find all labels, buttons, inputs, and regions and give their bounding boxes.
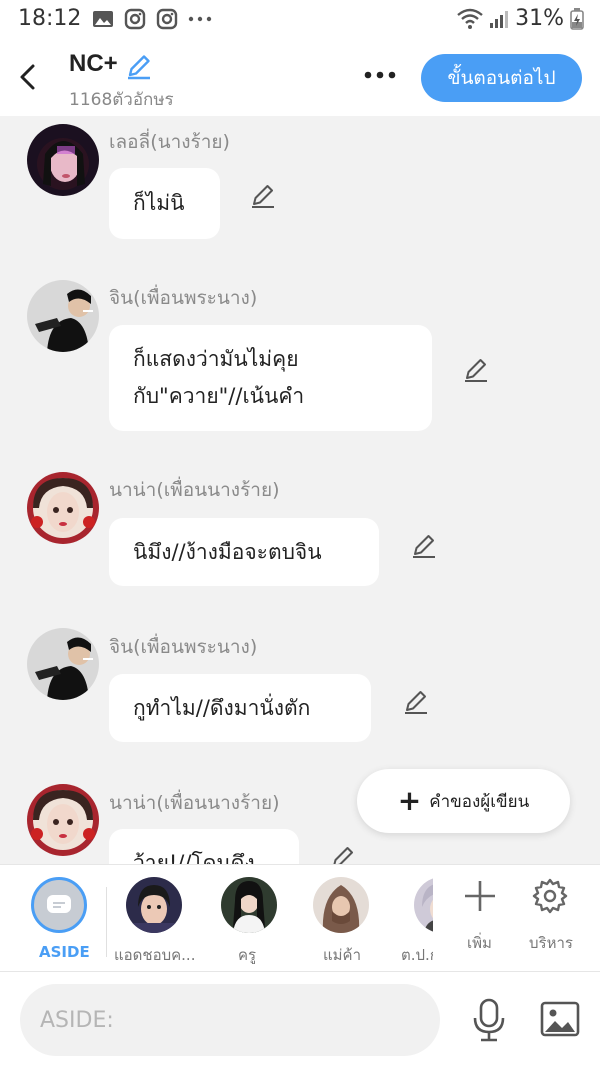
message-bubble[interactable]: ว้าย!//โดนดึง: [109, 829, 299, 864]
character-item[interactable]: ครู: [202, 865, 292, 972]
battery-percent: 31%: [515, 6, 564, 31]
message-line: กับ"ควาย"//เน้นคำ: [133, 384, 305, 408]
aside-label: ASIDE: [39, 943, 90, 961]
edit-message-pencil-icon[interactable]: [463, 356, 491, 384]
character-item[interactable]: แม่ค้า: [292, 865, 387, 972]
character-item[interactable]: แอดชอบค...: [107, 865, 202, 972]
edit-message-pencil-icon[interactable]: [330, 844, 358, 864]
plus-icon: +: [397, 784, 422, 817]
avatar[interactable]: [27, 280, 99, 352]
instagram-notification-icon-2: [156, 8, 178, 30]
message-text: นิมึง//ง้างมือจะตบจิน: [133, 539, 322, 564]
author-note-button[interactable]: + คำของผู้เขียน: [357, 769, 570, 833]
message-text: ก็แสดงว่ามันไม่คุย กับ"ควาย"//เน้นคำ: [133, 341, 304, 415]
avatar[interactable]: [27, 628, 99, 700]
signal-icon: [490, 10, 509, 28]
sender-name: จิน(เพื่อนพระนาง): [109, 287, 258, 309]
sender-name: นาน่า(เพื่อนนางร้าย): [109, 479, 280, 501]
next-step-button[interactable]: ขั้นตอนต่อไป: [421, 54, 582, 102]
character-name: แม่ค้า: [323, 946, 362, 964]
image-attach-icon[interactable]: [540, 1001, 580, 1037]
status-bar: 18:12 31%: [0, 0, 600, 40]
character-name: ครู: [238, 946, 257, 964]
plus-icon: [465, 881, 495, 911]
edit-title-pencil-icon[interactable]: [125, 52, 153, 80]
message-text: ว้าย!//โดนดึง: [133, 850, 255, 865]
character-name: ต.ป.ก: [401, 946, 433, 964]
avatar[interactable]: [27, 784, 99, 856]
message-line: ก็แสดงว่ามันไม่คุย: [133, 347, 299, 371]
manage-label: บริหาร: [529, 934, 573, 952]
message-text: ก็ไม่นิ: [133, 191, 185, 215]
input-bar: [0, 971, 600, 1068]
add-label: เพิ่ม: [467, 934, 492, 952]
character-avatar: [414, 877, 433, 933]
message-bubble[interactable]: ก็แสดงว่ามันไม่คุย กับ"ควาย"//เน้นคำ: [109, 325, 432, 431]
character-avatar: [126, 877, 182, 933]
character-item[interactable]: ต.ป.ก: [387, 865, 433, 972]
notification-icons: [92, 8, 212, 30]
microphone-icon[interactable]: [472, 998, 506, 1042]
app-header: NC+ 1168ตัวอักษร ขั้นตอนต่อไป: [0, 40, 600, 116]
character-avatar: [221, 877, 277, 933]
gear-icon: [532, 878, 568, 914]
more-options-icon[interactable]: [360, 60, 400, 90]
message-bubble[interactable]: ก็ไม่นิ: [109, 168, 220, 239]
wifi-icon: [457, 8, 483, 29]
author-note-label: คำของผู้เขียน: [429, 791, 530, 812]
sender-name: จิน(เพื่อนพระนาง): [109, 636, 258, 658]
gallery-notification-icon: [93, 11, 113, 27]
character-name: แอดชอบค...: [114, 946, 196, 964]
instagram-notification-icon: [124, 8, 146, 30]
manage-characters-button[interactable]: บริหาร: [520, 865, 590, 972]
aside-avatar: [31, 877, 87, 933]
message-text: กูทำไม//ดึงมานั่งตัก: [133, 695, 311, 720]
edit-message-pencil-icon[interactable]: [411, 532, 439, 560]
avatar[interactable]: [27, 124, 99, 196]
char-count: 1168ตัวอักษร: [69, 90, 174, 110]
character-avatar: [313, 877, 369, 933]
status-right: 31%: [457, 6, 584, 31]
add-character-button[interactable]: เพิ่ม: [448, 865, 510, 972]
status-time: 18:12: [18, 6, 82, 31]
speech-bubble-icon: [47, 895, 71, 913]
battery-charging-icon: [570, 7, 584, 30]
edit-message-pencil-icon[interactable]: [403, 688, 431, 716]
back-arrow-icon[interactable]: [14, 60, 42, 94]
edit-message-pencil-icon[interactable]: [250, 182, 278, 210]
message-bubble[interactable]: กูทำไม//ดึงมานั่งตัก: [109, 674, 371, 742]
character-bar: ASIDE แอดชอบค... ครู แม่ค้า ต.ป.ก เพิ่ม: [0, 864, 600, 972]
sender-name: เลอลี่(นางร้าย): [109, 131, 230, 153]
chat-area[interactable]: เลอลี่(นางร้าย) ก็ไม่นิ จิน(เพื่อนพระนาง…: [0, 116, 600, 864]
message-bubble[interactable]: นิมึง//ง้างมือจะตบจิน: [109, 518, 379, 586]
character-aside[interactable]: ASIDE: [0, 865, 106, 972]
avatar[interactable]: [27, 472, 99, 544]
sender-name: นาน่า(เพื่อนนางร้าย): [109, 792, 280, 814]
story-title: NC+: [69, 50, 118, 77]
message-input[interactable]: [20, 984, 440, 1056]
more-notifications-icon: [188, 16, 212, 22]
